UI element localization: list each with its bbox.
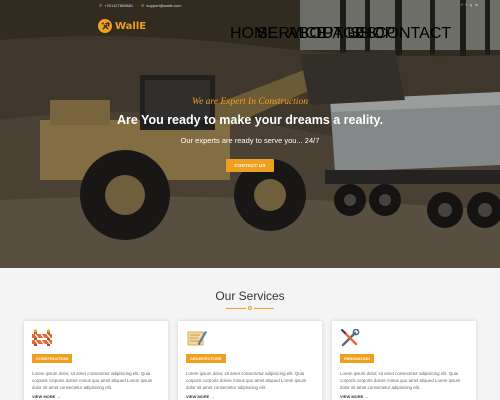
- email-address: support@walle.com: [146, 3, 182, 8]
- service-badge: ARCHITECTURE: [186, 354, 226, 363]
- brand-name: WallE: [115, 20, 147, 32]
- services-title: Our Services: [215, 289, 285, 303]
- twitter-icon[interactable]: t: [466, 2, 467, 7]
- service-card-architecture: ARCHITECTURE Lorem ipsum dolor, sit amet…: [178, 321, 322, 400]
- phone-number: +201127859881: [104, 3, 134, 8]
- facebook-icon[interactable]: f: [461, 2, 462, 7]
- service-badge: CONSTRUCTION: [32, 354, 73, 363]
- linkedin-icon[interactable]: in: [475, 2, 478, 7]
- blueprint-pencil-icon: [186, 329, 208, 347]
- wrench-screwdriver-icon: [340, 328, 362, 347]
- nav-contact[interactable]: CONTACT: [375, 25, 451, 43]
- google-plus-icon[interactable]: g: [470, 2, 472, 7]
- service-description: Lorem ipsum dolor, sit amet consectetur …: [340, 371, 461, 390]
- top-bar: ✆ +201127859881 ✉ support@walle.com f t …: [0, 0, 500, 12]
- phone-contact[interactable]: ✆ +201127859881: [99, 3, 133, 8]
- hero-tagline: We are Expert In Construction: [192, 97, 308, 107]
- hero-headline: Are You ready to make your dreams a real…: [116, 113, 384, 127]
- service-description: Lorem ipsum dolor, sit amet consectetur …: [32, 371, 153, 390]
- hero-content: We are Expert In Construction Are You re…: [0, 97, 500, 172]
- service-card-renovation: RENOVATION Lorem ipsum dolor, sit amet c…: [332, 321, 476, 400]
- view-more-link[interactable]: VIEW MORE →: [32, 394, 160, 399]
- title-divider: [226, 305, 274, 311]
- phone-icon: ✆: [99, 3, 103, 8]
- hero-subheadline: Our experts are ready to serve you... 24…: [180, 136, 320, 145]
- service-description: Lorem ipsum dolor, sit amet consectetur …: [186, 371, 307, 390]
- service-card-construction: CONSTRUCTION Lorem ipsum dolor, sit amet…: [24, 321, 168, 400]
- contact-us-button[interactable]: CONTACT US: [226, 159, 274, 172]
- road-barrier-icon: [32, 329, 54, 347]
- social-links: f t g in: [461, 2, 478, 7]
- email-contact[interactable]: ✉ support@walle.com: [141, 3, 182, 8]
- site-logo[interactable]: WallE: [98, 19, 146, 33]
- envelope-icon: ✉: [141, 3, 145, 8]
- view-more-link[interactable]: VIEW MORE →: [186, 394, 314, 399]
- view-more-link[interactable]: VIEW MORE →: [340, 394, 468, 399]
- hammer-wrench-icon: [98, 19, 112, 33]
- service-badge: RENOVATION: [340, 354, 375, 363]
